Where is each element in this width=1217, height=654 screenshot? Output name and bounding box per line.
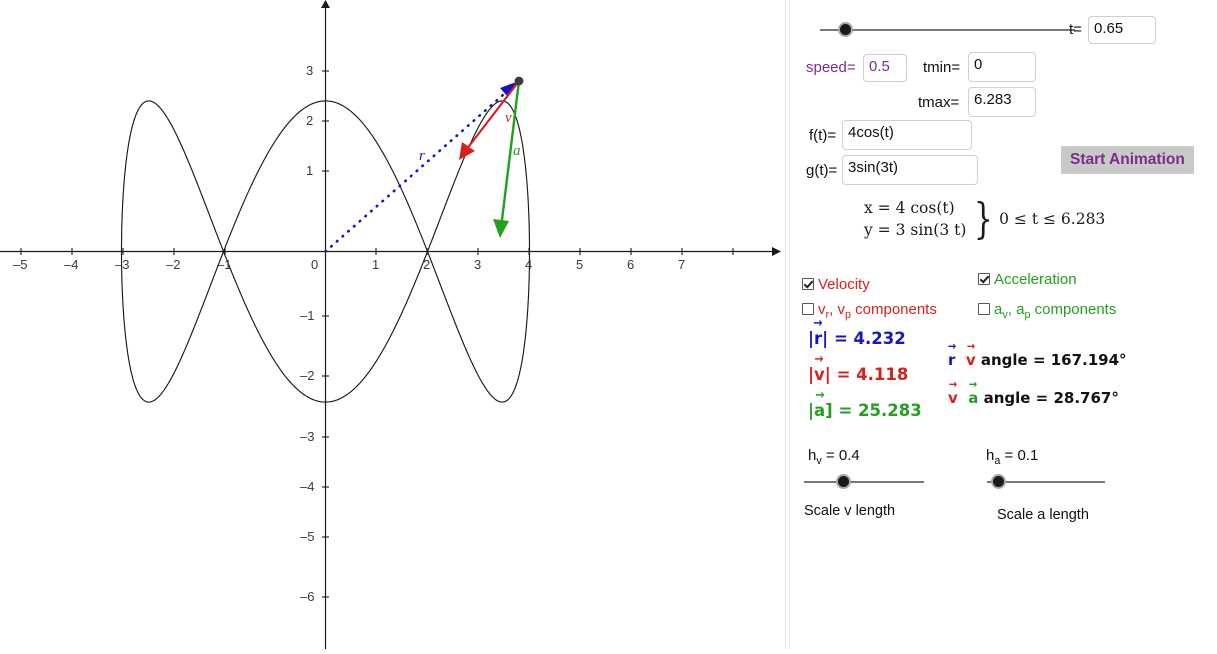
v-vector-symbol: v — [948, 389, 958, 407]
scale-a-slider-thumb[interactable] — [991, 474, 1007, 489]
x-tick-label: 1 — [372, 257, 380, 272]
r-vector-symbol: r — [814, 329, 822, 348]
tmin-field[interactable]: 0 — [968, 52, 1036, 82]
scale-v-caption: Scale v length — [804, 503, 896, 519]
y-tick-label: 2 — [306, 113, 314, 128]
t-slider[interactable] — [820, 22, 1075, 38]
rv-angle-value: angle = 167.194° — [980, 351, 1127, 369]
x-tick-label: 0 — [311, 257, 319, 272]
x-tick-label: –3 — [115, 257, 130, 272]
equation-y: y = 3 sin(3 t) — [864, 221, 967, 239]
v-vector-symbol: v — [814, 365, 825, 384]
rv-angle-readout: r v angle = 167.194° — [948, 351, 1127, 369]
x-tick-label: 7 — [678, 257, 686, 272]
ha-readout: ha = 0.1 — [986, 447, 1039, 467]
tmin-label: tmin= — [923, 59, 961, 76]
equation-x: x = 4 cos(t) — [864, 199, 955, 217]
va-angle-value: angle = 28.767° — [983, 389, 1119, 407]
y-tick-label: 3 — [306, 63, 314, 78]
r-vector — [324, 81, 519, 253]
scale-a-slider[interactable] — [987, 474, 1105, 490]
x-tick-label: 5 — [576, 257, 584, 272]
velocity-checkbox-label: Velocity — [818, 276, 870, 293]
moving-point-marker[interactable] — [514, 76, 524, 86]
v-vector-label: v — [505, 110, 512, 126]
a-components-checkbox-label: av, ap components — [994, 301, 1117, 321]
r-magnitude: |r| = 4.232 — [808, 329, 906, 348]
t-slider-thumb[interactable] — [838, 22, 853, 37]
graph-panel[interactable]: –5 –4 –3 –2 –1 0 1 2 3 4 5 6 7 3 2 1 –1 … — [0, 0, 784, 649]
y-tick-label: –6 — [300, 589, 315, 604]
a-magnitude-value: = 25.283 — [838, 401, 922, 420]
v-vector-symbol: v — [966, 351, 976, 369]
a-components-checkbox[interactable]: av, ap components — [978, 301, 1116, 321]
y-tick-label: –1 — [300, 308, 315, 323]
r-vector-label: r — [419, 148, 425, 164]
a-vector-symbol: a — [968, 389, 978, 407]
brace-icon: } — [974, 194, 994, 243]
gt-label: g(t)= — [806, 162, 838, 179]
x-tick-label: –1 — [217, 257, 232, 272]
parametric-equations: x = 4 cos(t) y = 3 sin(3 t) } 0 ≤ t ≤ 6.2… — [864, 198, 1105, 240]
start-animation-button[interactable]: Start Animation — [1061, 146, 1194, 174]
y-tick-label: –3 — [300, 429, 315, 444]
t-label: t= — [1069, 21, 1082, 38]
scale-v-slider-track[interactable] — [804, 481, 924, 483]
acceleration-checkbox[interactable]: Acceleration — [978, 271, 1077, 288]
y-tick-label: 1 — [306, 163, 314, 178]
x-tick-label: 4 — [525, 257, 533, 272]
ft-field[interactable]: 4cos(t) — [842, 120, 972, 150]
a-magnitude: |a] = 25.283 — [808, 401, 922, 420]
va-angle-readout: v a angle = 28.767° — [948, 389, 1119, 407]
r-magnitude-value: = 4.232 — [833, 329, 906, 348]
checkbox-icon[interactable] — [802, 278, 814, 290]
checkbox-icon[interactable] — [978, 303, 990, 315]
t-slider-track[interactable] — [820, 29, 1075, 31]
speed-field[interactable]: 0.5 — [863, 54, 907, 82]
hv-readout: hv = 0.4 — [808, 447, 860, 467]
ft-label: f(t)= — [809, 127, 837, 144]
control-panel[interactable]: t= 0.65 speed= 0.5 tmin= 0 tmax= 6.283 f… — [792, 0, 1217, 649]
a-vector-label: a — [513, 143, 521, 159]
t-range: 0 ≤ t ≤ 6.283 — [999, 210, 1106, 228]
v-magnitude: |v| = 4.118 — [808, 365, 908, 384]
parametric-curve-plot[interactable] — [0, 0, 784, 649]
checkbox-icon[interactable] — [802, 303, 814, 315]
x-tick-label: 2 — [423, 257, 431, 272]
t-value-field[interactable]: 0.65 — [1088, 16, 1156, 44]
y-tick-label: –4 — [300, 479, 315, 494]
scale-v-slider[interactable] — [804, 474, 924, 490]
tmax-field[interactable]: 6.283 — [968, 87, 1036, 117]
y-tick-label: –5 — [300, 529, 315, 544]
y-tick-label: –2 — [300, 368, 315, 383]
axes — [0, 0, 781, 649]
panel-divider — [785, 0, 786, 649]
v-components-checkbox-label: vr, vp components — [818, 301, 937, 321]
acceleration-checkbox-label: Acceleration — [994, 271, 1077, 288]
tmax-label: tmax= — [918, 94, 960, 111]
x-tick-label: –5 — [13, 257, 28, 272]
speed-label: speed= — [806, 59, 856, 76]
scale-a-caption: Scale a length — [997, 507, 1089, 523]
scale-v-slider-thumb[interactable] — [836, 474, 852, 489]
x-tick-label: –2 — [166, 257, 181, 272]
panel-divider-inner — [789, 0, 790, 649]
x-tick-label: –4 — [64, 257, 79, 272]
velocity-checkbox[interactable]: Velocity — [802, 276, 870, 293]
r-vector-symbol: r — [948, 351, 955, 369]
x-tick-label: 3 — [474, 257, 482, 272]
gt-field[interactable]: 3sin(3t) — [842, 155, 978, 185]
checkbox-icon[interactable] — [978, 273, 990, 285]
x-tick-label: 6 — [627, 257, 635, 272]
v-magnitude-value: = 4.118 — [836, 365, 909, 384]
a-vector-symbol: a — [814, 401, 825, 420]
